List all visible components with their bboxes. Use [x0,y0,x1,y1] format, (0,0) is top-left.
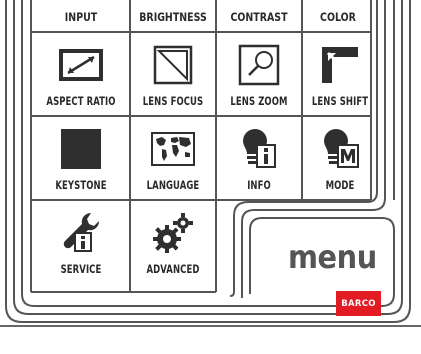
button-label: LANGUAGE [146,178,200,192]
button-label: ADVANCED [146,262,200,276]
aspect-ratio-icon [59,49,103,81]
color-button[interactable]: COLOR [303,10,374,24]
button-label: SERVICE [60,262,102,276]
info-bulb-icon [243,129,276,168]
button-label: ASPECT RATIO [46,94,116,108]
mode-bulb-icon [324,129,359,168]
world-map-icon [151,132,195,166]
info-button[interactable]: INFO [216,117,302,202]
language-button[interactable]: LANGUAGE [130,117,216,202]
gears-icon [153,213,193,253]
service-wrench-icon [63,212,100,252]
button-label: INFO [247,178,271,192]
button-label: LENS ZOOM [230,94,288,108]
aspect-ratio-button[interactable]: ASPECT RATIO [38,33,124,118]
brightness-button[interactable]: BRIGHTNESS [138,10,209,24]
input-button[interactable]: INPUT [46,10,117,24]
service-button[interactable]: SERVICE [38,201,124,286]
keystone-button[interactable]: KEYSTONE [38,117,124,202]
button-label: MODE [325,178,355,192]
mode-button[interactable]: MODE [297,117,383,202]
contrast-button[interactable]: CONTRAST [224,10,295,24]
lens-focus-button[interactable]: LENS FOCUS [130,33,216,118]
lens-zoom-icon [238,44,280,86]
lens-focus-icon [153,45,193,85]
button-label: LENS FOCUS [142,94,204,108]
keystone-icon [61,129,101,169]
button-label: KEYSTONE [55,178,107,192]
lens-shift-icon [322,47,358,83]
barco-logo: BARCO [336,291,381,316]
advanced-button[interactable]: ADVANCED [130,201,216,286]
lens-zoom-button[interactable]: LENS ZOOM [216,33,302,118]
button-label: LENS SHIFT [311,94,369,108]
lens-shift-button[interactable]: LENS SHIFT [297,33,383,118]
menu-label: menu [288,238,377,276]
